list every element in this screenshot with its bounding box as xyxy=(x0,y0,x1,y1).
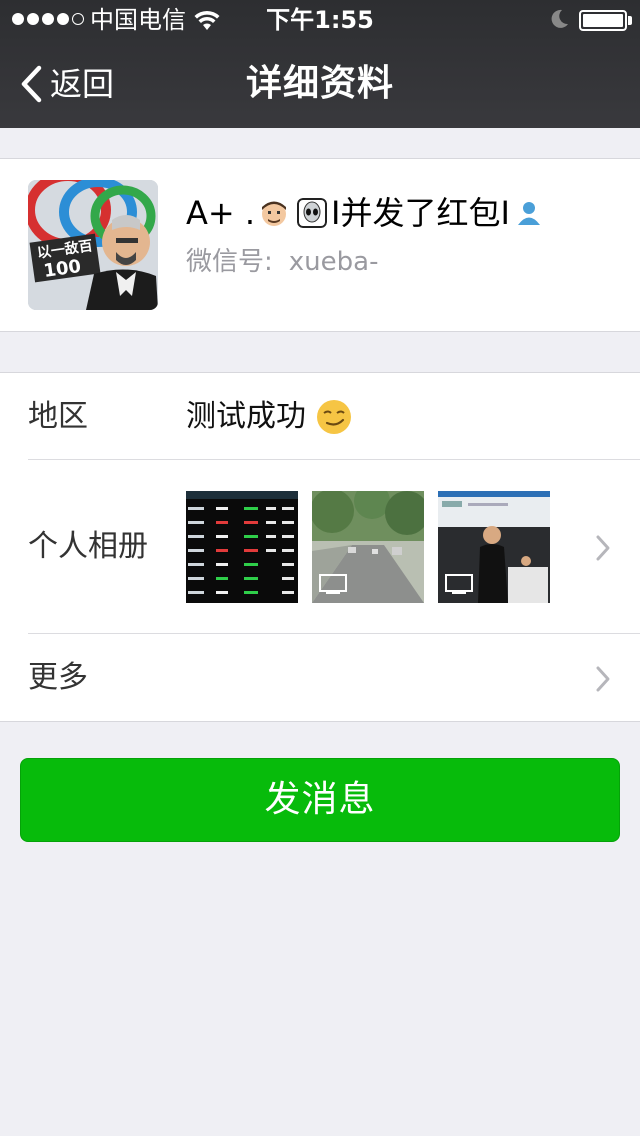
send-message-button[interactable]: 发消息 xyxy=(20,758,620,842)
album-photo-street[interactable] xyxy=(312,491,424,603)
nickname: A+ . I并发了红包I xyxy=(186,193,548,233)
region-divider xyxy=(28,459,640,460)
battery-icon xyxy=(579,10,627,31)
region-value-wrap: 测试成功 xyxy=(186,399,352,435)
avatar[interactable]: 以一敌百 100 xyxy=(28,180,158,310)
status-bar: 中国电信 下午1:55 xyxy=(0,0,640,40)
man-face-emoji-icon xyxy=(262,201,287,226)
stock-table-image xyxy=(186,491,298,603)
avatar-image: 以一敌百 100 xyxy=(28,180,158,310)
status-time: 下午1:55 xyxy=(266,6,374,34)
album-divider xyxy=(28,633,640,634)
album-label: 个人相册 xyxy=(28,529,148,564)
wechat-id-value: xueba- xyxy=(288,247,379,277)
more-label: 更多 xyxy=(28,660,88,695)
person-silhouette-icon xyxy=(517,202,540,225)
page-title: 详细资料 xyxy=(245,63,394,104)
nickname-prefix: A+ . xyxy=(186,194,256,232)
nickname-text: I并发了红包I xyxy=(331,194,510,232)
details-list: 地区 测试成功 个人相册 更多 xyxy=(0,372,640,722)
alien-emoji-icon xyxy=(297,198,328,228)
chevron-right-icon xyxy=(596,535,610,561)
album-photo-classroom[interactable] xyxy=(438,491,550,603)
smirk-emoji-icon xyxy=(317,400,351,434)
classroom-image xyxy=(438,491,550,603)
top-bar: 中国电信 下午1:55 返回 详细资料 xyxy=(0,0,640,128)
region-label: 地区 xyxy=(28,399,88,434)
street-image xyxy=(312,491,424,603)
album-photo-stock-table[interactable] xyxy=(186,491,298,603)
moon-icon xyxy=(551,9,568,28)
battery-cap xyxy=(628,16,632,25)
wechat-id-line: 微信号: xueba- xyxy=(186,245,378,279)
profile-card: 以一敌百 100 A+ . I并发了红包I 微信号: xueba- xyxy=(0,158,640,332)
chevron-right-icon xyxy=(596,666,610,692)
region-value: 测试成功 xyxy=(186,399,306,434)
wechat-id-label: 微信号: xyxy=(186,247,273,277)
